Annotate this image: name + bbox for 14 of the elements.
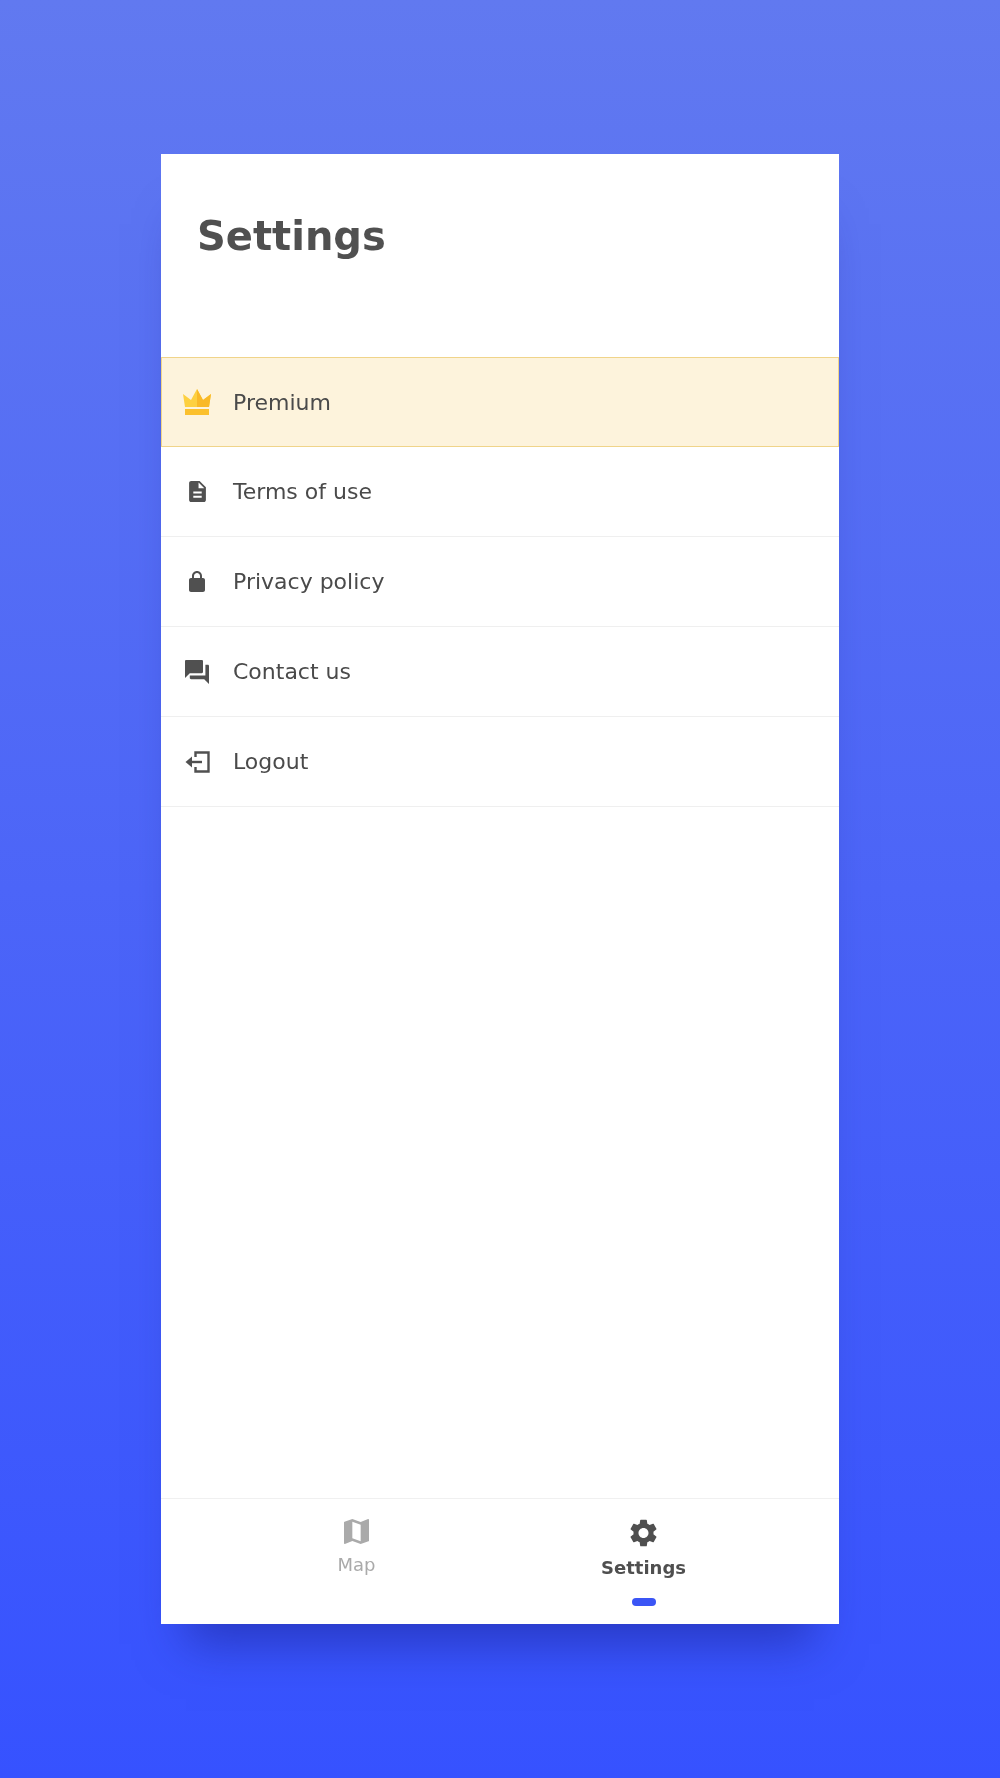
nav-tab[interactable]: Settings: [601, 1519, 686, 1580]
map-icon: [344, 1519, 369, 1544]
gear-icon: [630, 1519, 657, 1547]
menu-item[interactable]: Contact us: [161, 627, 839, 717]
lock-icon: [189, 571, 205, 592]
menu-item[interactable]: Privacy policy: [161, 537, 839, 627]
menu-item[interactable]: Terms of use: [161, 447, 839, 537]
chat-bubbles-icon: [185, 659, 209, 684]
menu-item[interactable]: Premium: [161, 357, 839, 447]
box-arrow-left-icon: [184, 750, 210, 773]
document-icon: [188, 481, 206, 502]
menu-item[interactable]: Logout: [161, 717, 839, 807]
page-title: Settings: [197, 212, 386, 260]
crown-icon: [183, 389, 211, 415]
